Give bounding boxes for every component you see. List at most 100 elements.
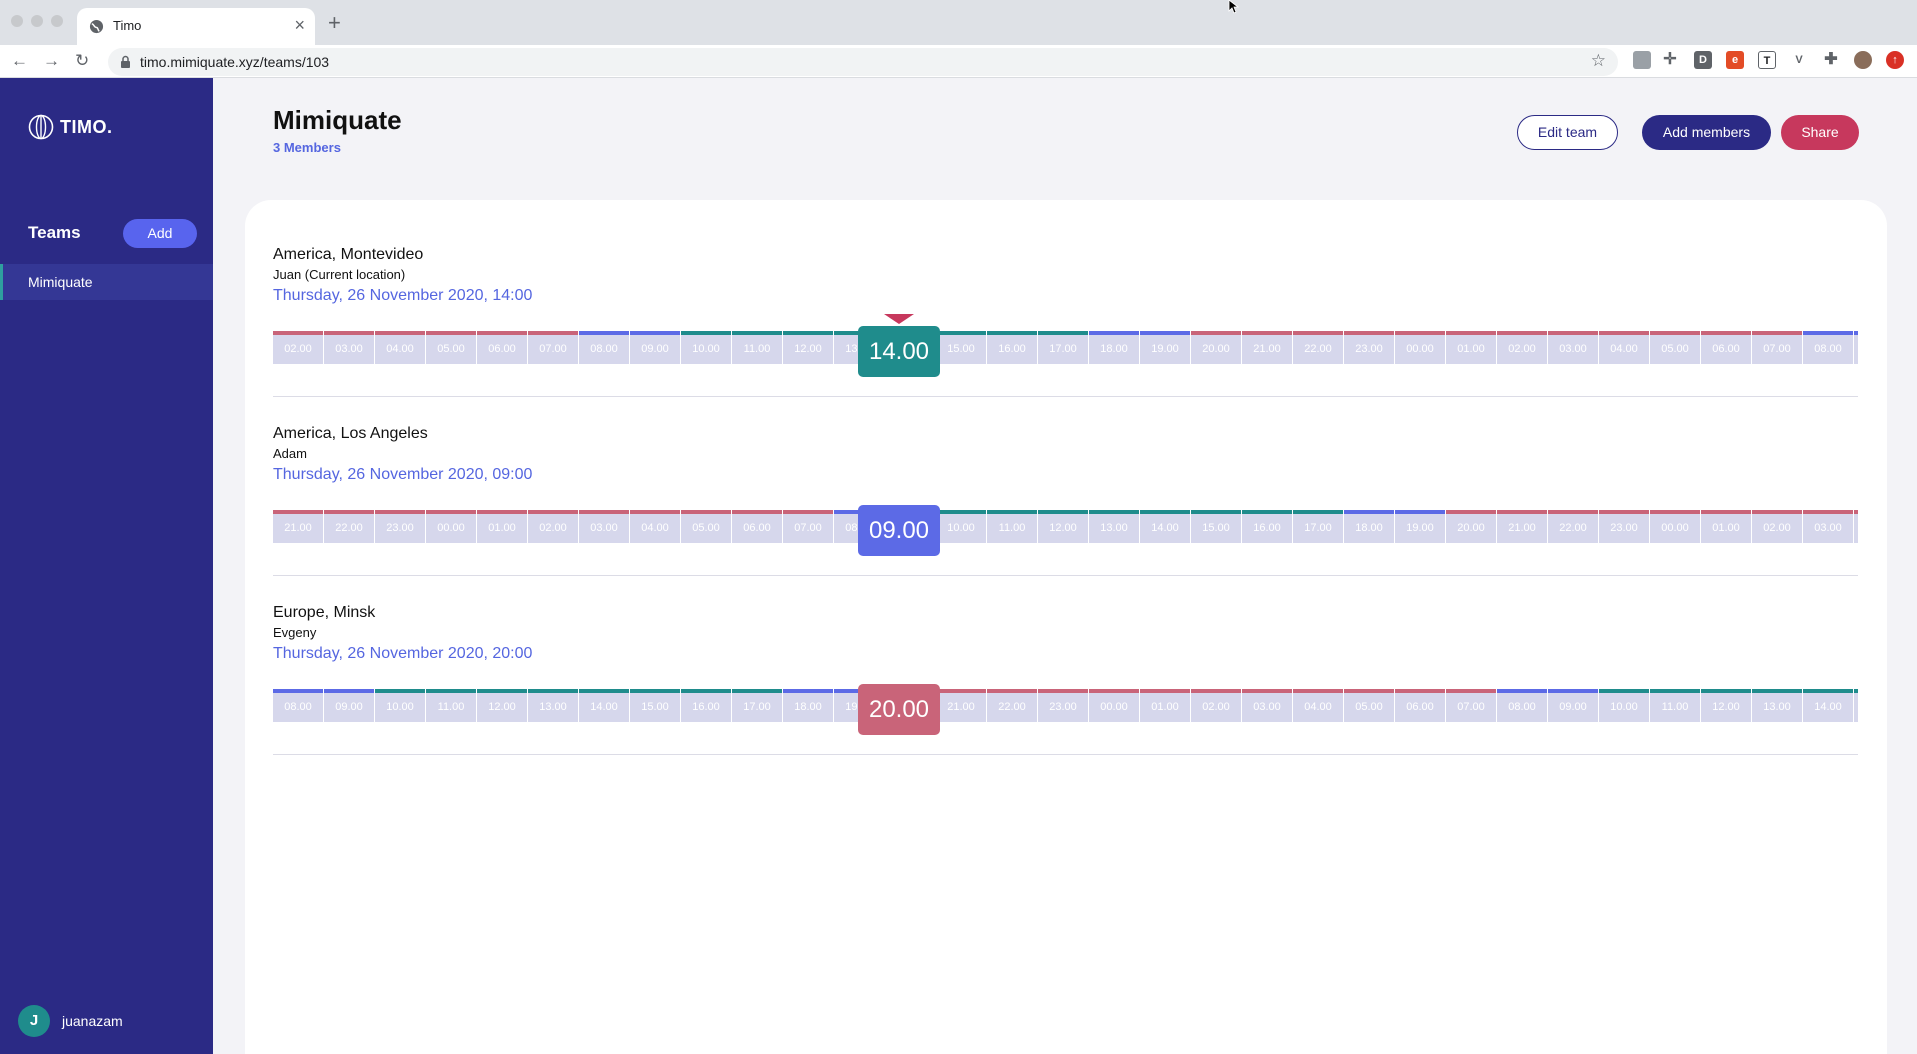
hour-cell[interactable]: 21.00 [1497, 510, 1547, 543]
sidebar-item-mimiquate[interactable]: Mimiquate [0, 264, 213, 300]
hour-cell[interactable]: 00.00 [1395, 331, 1445, 364]
hour-cell[interactable]: 18.00 [783, 689, 833, 722]
hour-cell[interactable]: 02.00 [273, 331, 323, 364]
hour-cell[interactable]: 16.00 [987, 331, 1037, 364]
hour-cell[interactable]: 02.00 [1497, 331, 1547, 364]
hour-cell[interactable]: 07.00 [1446, 689, 1496, 722]
hour-cell[interactable]: 06.00 [1701, 331, 1751, 364]
hour-cell[interactable]: 21.00 [273, 510, 323, 543]
extension-e-icon[interactable]: e [1726, 51, 1744, 69]
hour-cell[interactable]: 10.00 [375, 689, 425, 722]
hour-cell[interactable]: 21.00 [1242, 331, 1292, 364]
hour-cell[interactable]: 22.00 [1293, 331, 1343, 364]
new-tab-icon[interactable]: + [328, 9, 341, 37]
edit-team-button[interactable]: Edit team [1517, 115, 1618, 150]
hour-cell[interactable]: 07.00 [783, 510, 833, 543]
hour-cell[interactable]: 17.00 [732, 689, 782, 722]
hour-cell[interactable]: 08.00 [579, 331, 629, 364]
window-close-dot[interactable] [11, 15, 23, 27]
hour-cell[interactable]: 04.00 [630, 510, 680, 543]
hour-cell[interactable]: 13.00 [528, 689, 578, 722]
bookmark-star-icon[interactable]: ☆ [1591, 51, 1606, 71]
hour-cell[interactable]: 14.00 [1140, 510, 1190, 543]
hour-cell[interactable]: 05.00 [681, 510, 731, 543]
close-icon[interactable]: × [294, 15, 305, 35]
hour-cell[interactable]: 14.00 [1803, 689, 1853, 722]
hour-cell[interactable]: 07.00 [528, 331, 578, 364]
forward-icon[interactable]: → [43, 49, 60, 73]
hour-cell[interactable]: 14.00 [579, 689, 629, 722]
hour-cell[interactable]: 17.00 [1038, 331, 1088, 364]
hour-cell[interactable]: 19.00 [1395, 510, 1445, 543]
hour-cell[interactable]: 02.00 [528, 510, 578, 543]
hour-cell[interactable]: 11.00 [732, 331, 782, 364]
hour-cell[interactable]: 06.00 [1395, 689, 1445, 722]
window-zoom-dot[interactable] [51, 15, 63, 27]
hour-cell[interactable]: 18.00 [1344, 510, 1394, 543]
crosshair-icon[interactable]: ✛ [1661, 51, 1679, 69]
hour-cell[interactable]: 06.00 [477, 331, 527, 364]
hour-cell[interactable]: 04.00 [1599, 331, 1649, 364]
update-alert-icon[interactable]: ↑ [1886, 51, 1904, 69]
hour-cell[interactable]: 09.00 [1854, 331, 1858, 364]
hour-cell[interactable]: 12.00 [1701, 689, 1751, 722]
hour-cell[interactable]: 10.00 [1599, 689, 1649, 722]
hour-cell[interactable]: 23.00 [1038, 689, 1088, 722]
hour-cell[interactable]: 23.00 [375, 510, 425, 543]
hour-cell[interactable]: 11.00 [426, 689, 476, 722]
hour-cell[interactable]: 15.00 [936, 331, 986, 364]
hour-cell[interactable]: 13.00 [1089, 510, 1139, 543]
reload-icon[interactable]: ↻ [75, 49, 89, 73]
extension-d-icon[interactable]: D [1694, 51, 1712, 69]
hour-cell[interactable]: 12.00 [783, 331, 833, 364]
add-team-button[interactable]: Add [123, 219, 197, 248]
hour-timeline[interactable]: 21.00 22.00 23.00 00.00 01.00 02.00 03.00 04.00… [273, 510, 1858, 543]
add-members-button[interactable]: Add members [1642, 115, 1771, 150]
hour-cell[interactable]: 09.00 [1548, 689, 1598, 722]
hour-cell[interactable]: 15.00 [1854, 689, 1858, 722]
hour-cell[interactable]: 17.00 [1293, 510, 1343, 543]
extension-v-icon[interactable]: V [1790, 51, 1808, 69]
hour-cell[interactable]: 01.00 [1446, 331, 1496, 364]
hour-cell[interactable]: 22.00 [1548, 510, 1598, 543]
hour-cell[interactable]: 11.00 [1650, 689, 1700, 722]
hour-cell[interactable]: 10.00 [936, 510, 986, 543]
hour-cell[interactable]: 21.00 [936, 689, 986, 722]
hour-cell[interactable]: 04.00 [1854, 510, 1858, 543]
extension-t-icon[interactable]: T [1758, 51, 1776, 69]
profile-avatar-icon[interactable] [1854, 51, 1872, 69]
hour-cell[interactable]: 16.00 [1242, 510, 1292, 543]
hour-cell[interactable]: 12.00 [1038, 510, 1088, 543]
hour-cell[interactable]: 22.00 [324, 510, 374, 543]
back-icon[interactable]: ← [11, 49, 28, 73]
hour-cell[interactable]: 23.00 [1599, 510, 1649, 543]
hour-cell[interactable]: 16.00 [681, 689, 731, 722]
hour-cell[interactable]: 01.00 [1701, 510, 1751, 543]
hour-cell[interactable]: 08.00 [1497, 689, 1547, 722]
hour-cell[interactable]: 12.00 [477, 689, 527, 722]
hour-cell[interactable]: 23.00 [1344, 331, 1394, 364]
hour-cell[interactable]: 02.00 [1191, 689, 1241, 722]
hour-cell[interactable]: 15.00 [630, 689, 680, 722]
hour-cell[interactable]: 13.00 [1752, 689, 1802, 722]
address-bar[interactable]: timo.mimiquate.xyz/teams/103 ☆ [108, 48, 1618, 76]
hour-cell[interactable]: 08.00 [273, 689, 323, 722]
hour-cell[interactable]: 03.00 [579, 510, 629, 543]
hour-cell[interactable]: 00.00 [426, 510, 476, 543]
hour-cell[interactable]: 01.00 [1140, 689, 1190, 722]
hour-cell[interactable]: 05.00 [426, 331, 476, 364]
hour-cell[interactable]: 22.00 [987, 689, 1037, 722]
hour-cell[interactable]: 01.00 [477, 510, 527, 543]
hour-cell[interactable]: 05.00 [1344, 689, 1394, 722]
hour-cell[interactable]: 05.00 [1650, 331, 1700, 364]
hour-cell[interactable]: 09.00 [324, 689, 374, 722]
hour-timeline[interactable]: 02.00 03.00 04.00 05.00 06.00 07.00 08.00 09.00… [273, 331, 1858, 364]
hour-timeline[interactable]: 08.00 09.00 10.00 11.00 12.00 13.00 14.00 15.00… [273, 689, 1858, 722]
browser-tab[interactable]: Timo × [77, 8, 315, 45]
hour-cell[interactable]: 19.00 [1140, 331, 1190, 364]
hour-cell[interactable]: 06.00 [732, 510, 782, 543]
hour-cell[interactable]: 03.00 [1803, 510, 1853, 543]
app-logo[interactable]: TIMO. [28, 114, 113, 140]
hour-cell[interactable]: 20.00 [1191, 331, 1241, 364]
hour-cell[interactable]: 15.00 [1191, 510, 1241, 543]
